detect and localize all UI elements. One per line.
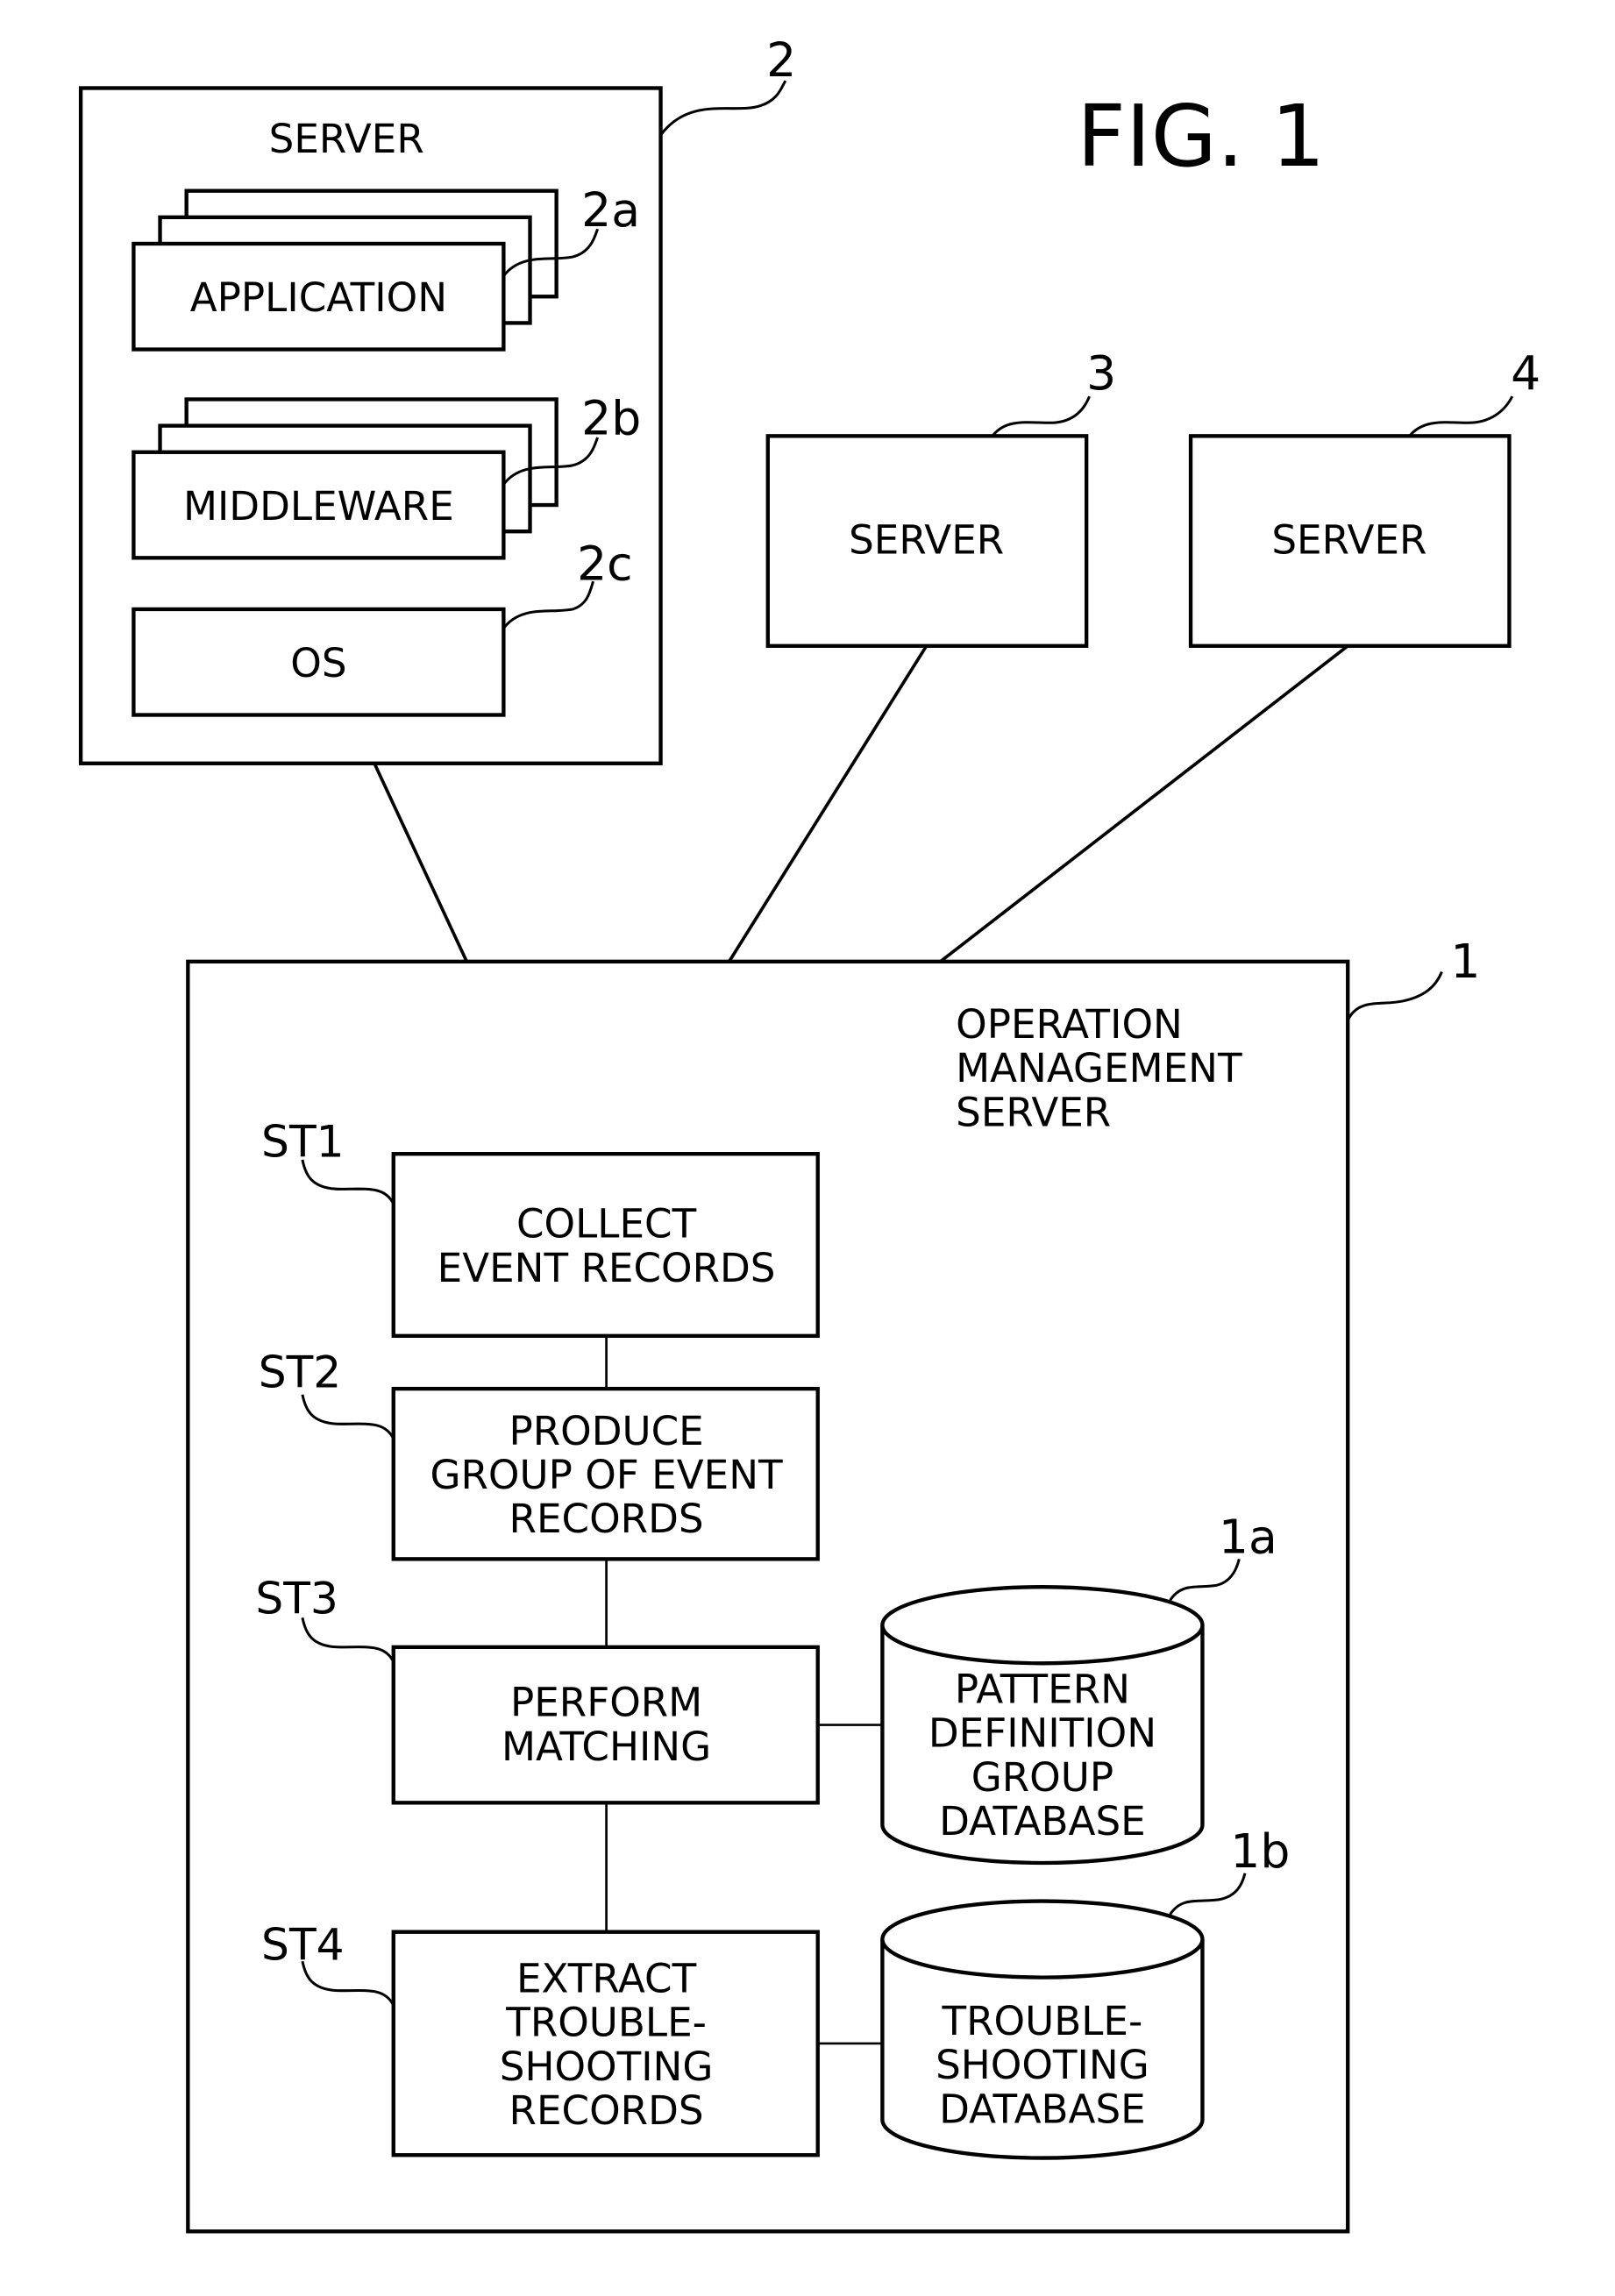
server-4-label: SERVER (1271, 516, 1426, 563)
st2-line-3: RECORDS (509, 1496, 704, 1542)
db1a-line-1: PATTERN (955, 1666, 1130, 1712)
st4-line-2: TROUBLE- (505, 2000, 707, 2046)
st4-line-3: SHOOTING (500, 2044, 714, 2090)
server-2-ref: 2 (766, 32, 796, 88)
application-ref: 2a (581, 182, 640, 238)
st1-id: ST1 (261, 1116, 345, 1168)
st3-id: ST3 (255, 1572, 338, 1624)
operation-server-title-line-3: SERVER (956, 1089, 1111, 1135)
st4-id: ST4 (261, 1919, 345, 1971)
server-3-ref: 3 (1086, 345, 1116, 401)
st2-id: ST2 (259, 1346, 342, 1397)
st1-line-1: COLLECT (516, 1201, 697, 1248)
server-3: SERVER 3 (765, 345, 1116, 648)
server-4-leader (1408, 395, 1514, 437)
db1b-top (880, 1899, 1205, 1980)
st2-line-1: PRODUCE (509, 1408, 703, 1454)
middleware-ref: 2b (581, 391, 641, 446)
operation-server-leader (1346, 970, 1443, 1021)
os-label: OS (290, 640, 346, 686)
st4-line-4: RECORDS (509, 2087, 704, 2134)
st3-line-1: PERFORM (510, 1680, 702, 1726)
db1a-line-4: DATABASE (939, 1798, 1146, 1845)
st2-line-2: GROUP OF EVENT (430, 1452, 784, 1498)
server-3-label: SERVER (849, 516, 1004, 563)
operation-server-ref: 1 (1450, 934, 1480, 989)
db1b-line-1: TROUBLE- (942, 1998, 1143, 2044)
operation-management-server: 1 OPERATION MANAGEMENT SERVER COLLECT EV… (186, 934, 1481, 2234)
diagram-canvas: FIG. 1 SERVER 2 APPLICATION 2a MIDDLEWAR… (78, 32, 1540, 2234)
db1b-line-3: DATABASE (939, 2086, 1146, 2132)
db1a-line-2: DEFINITION (928, 1710, 1156, 1757)
os-ref: 2c (577, 536, 633, 591)
db1b-line-2: SHOOTING (936, 2042, 1149, 2088)
application-label: APPLICATION (190, 274, 447, 321)
st3-line-2: MATCHING (502, 1724, 711, 1770)
server-4-ref: 4 (1511, 345, 1540, 401)
server-2-leader (659, 80, 787, 136)
server-3-leader (991, 395, 1091, 437)
operation-server-title-line-1: OPERATION (956, 1001, 1183, 1048)
db1a-ref: 1a (1219, 1510, 1277, 1565)
server-2-title: SERVER (269, 116, 424, 162)
db1b-ref: 1b (1230, 1823, 1290, 1879)
server-4: SERVER 4 (1188, 345, 1540, 648)
figure-title: FIG. 1 (1077, 87, 1325, 186)
st4-line-1: EXTRACT (516, 1955, 697, 2001)
server-2: SERVER 2 APPLICATION 2a MIDDLEWARE 2b OS… (78, 32, 796, 765)
st1-line-2: EVENT RECORDS (438, 1245, 776, 1291)
db1a-line-3: GROUP (971, 1754, 1113, 1801)
middleware-label: MIDDLEWARE (183, 483, 454, 530)
db1a-top (880, 1585, 1205, 1666)
operation-server-title-line-2: MANAGEMENT (956, 1045, 1242, 1091)
